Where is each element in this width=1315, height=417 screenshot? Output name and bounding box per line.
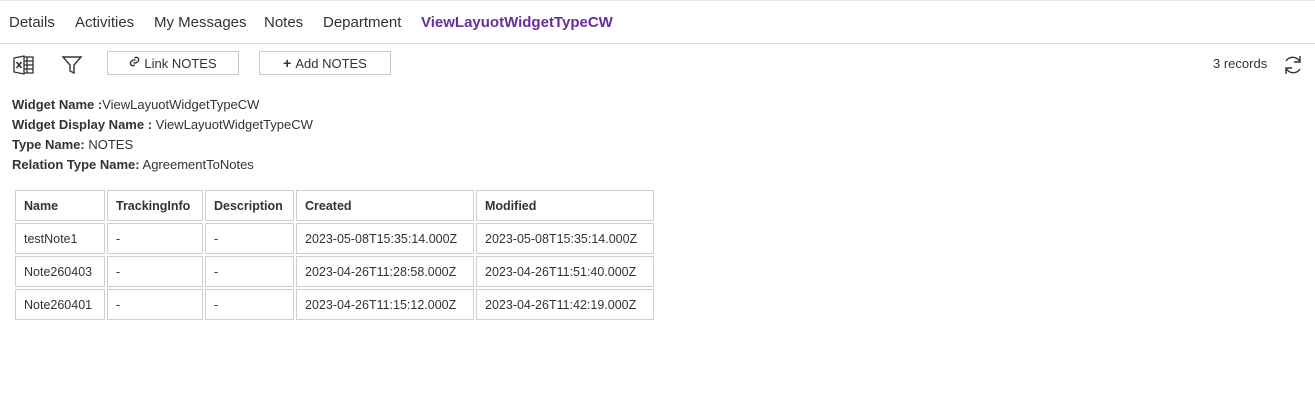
link-notes-button[interactable]: Link NOTES	[107, 51, 239, 75]
cell-trackinginfo: -	[107, 289, 203, 320]
table-row[interactable]: Note260401 - - 2023-04-26T11:15:12.000Z …	[15, 289, 654, 320]
table-row[interactable]: Note260403 - - 2023-04-26T11:28:58.000Z …	[15, 256, 654, 287]
cell-description: -	[205, 289, 294, 320]
column-header-trackinginfo[interactable]: TrackingInfo	[107, 190, 203, 221]
table-header-row: Name TrackingInfo Description Created Mo…	[15, 190, 654, 221]
cell-name: testNote1	[15, 223, 105, 254]
cell-created: 2023-04-26T11:28:58.000Z	[296, 256, 474, 287]
widget-display-name-label: Widget Display Name :	[12, 117, 153, 132]
cell-trackinginfo: -	[107, 223, 203, 254]
widget-display-name-row: Widget Display Name : ViewLayuotWidgetTy…	[12, 115, 313, 135]
cell-name: Note260403	[15, 256, 105, 287]
column-header-modified[interactable]: Modified	[476, 190, 654, 221]
cell-name: Note260401	[15, 289, 105, 320]
refresh-icon[interactable]	[1281, 53, 1305, 77]
tab-department[interactable]: Department	[323, 14, 401, 32]
widget-info: Widget Name :ViewLayuotWidgetTypeCW Widg…	[12, 95, 313, 175]
relation-type-value: AgreementToNotes	[139, 157, 254, 172]
record-count: 3 records	[1213, 56, 1268, 71]
cell-created: 2023-04-26T11:15:12.000Z	[296, 289, 474, 320]
plus-icon: +	[283, 55, 292, 71]
cell-modified: 2023-05-08T15:35:14.000Z	[476, 223, 654, 254]
column-header-description[interactable]: Description	[205, 190, 294, 221]
tab-my-messages[interactable]: My Messages	[154, 14, 247, 32]
column-header-created[interactable]: Created	[296, 190, 474, 221]
tab-view-layout-widget[interactable]: ViewLayuotWidgetTypeCW	[421, 14, 613, 32]
cell-trackinginfo: -	[107, 256, 203, 287]
toolbar: Link NOTES + Add NOTES 3 records	[0, 45, 1315, 85]
cell-modified: 2023-04-26T11:42:19.000Z	[476, 289, 654, 320]
type-name-value: NOTES	[84, 137, 134, 152]
widget-display-name-value: ViewLayuotWidgetTypeCW	[152, 117, 313, 132]
column-header-name[interactable]: Name	[15, 190, 105, 221]
tab-bar: Details Activities My Messages Notes Dep…	[0, 1, 1315, 44]
cell-modified: 2023-04-26T11:51:40.000Z	[476, 256, 654, 287]
link-notes-label: Link NOTES	[144, 55, 217, 71]
widget-name-label: Widget Name :	[12, 97, 103, 112]
type-name-row: Type Name: NOTES	[12, 135, 313, 155]
cell-description: -	[205, 223, 294, 254]
excel-icon[interactable]	[12, 53, 36, 77]
relation-type-row: Relation Type Name: AgreementToNotes	[12, 155, 313, 175]
cell-description: -	[205, 256, 294, 287]
tab-notes[interactable]: Notes	[264, 14, 303, 32]
widget-name-row: Widget Name :ViewLayuotWidgetTypeCW	[12, 95, 313, 115]
relation-type-label: Relation Type Name:	[12, 157, 140, 172]
type-name-label: Type Name:	[12, 137, 85, 152]
tab-details[interactable]: Details	[9, 14, 55, 32]
cell-created: 2023-05-08T15:35:14.000Z	[296, 223, 474, 254]
link-icon	[129, 56, 140, 70]
notes-table: Name TrackingInfo Description Created Mo…	[13, 188, 656, 322]
widget-name-value: ViewLayuotWidgetTypeCW	[102, 97, 260, 112]
table-row[interactable]: testNote1 - - 2023-05-08T15:35:14.000Z 2…	[15, 223, 654, 254]
add-notes-button[interactable]: + Add NOTES	[259, 51, 391, 75]
tab-activities[interactable]: Activities	[75, 14, 134, 32]
add-notes-label: Add NOTES	[295, 55, 367, 71]
filter-icon[interactable]	[60, 53, 84, 77]
